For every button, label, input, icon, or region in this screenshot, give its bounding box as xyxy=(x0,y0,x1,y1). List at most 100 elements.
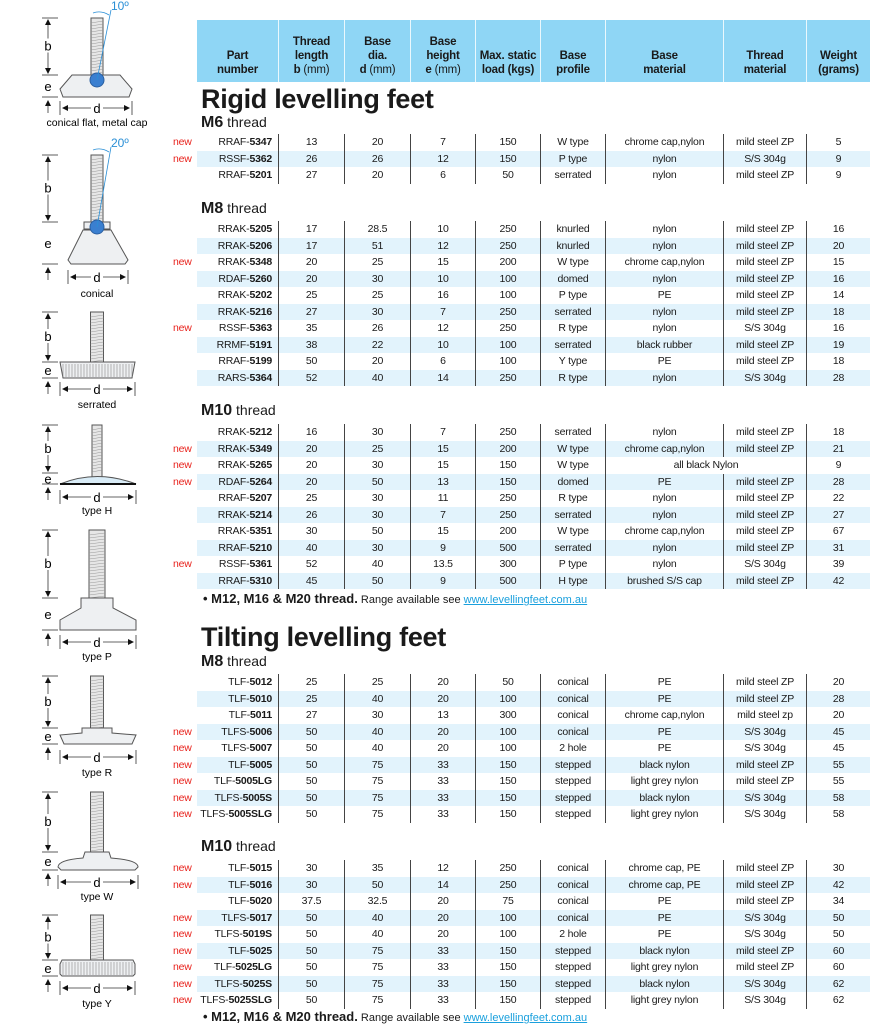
cell-thread-material: mild steel ZP xyxy=(724,254,807,271)
website-link[interactable]: www.levellingfeet.com.au xyxy=(464,1012,588,1024)
new-badge: new xyxy=(173,862,192,874)
table-row: new TLFS-5025SLG 50 75 33 150 stepped light gre… xyxy=(173,992,870,1009)
part-number: RRAF-5210 xyxy=(197,539,279,556)
cell-e: 10 xyxy=(411,270,476,287)
cell-weight: 39 xyxy=(832,558,845,570)
table-row: RRAF-5310 45 50 9 500 H type brushed S/S cap mi… xyxy=(173,572,870,589)
cell-profile: domed xyxy=(541,473,606,490)
column-header-line: Max. static xyxy=(479,50,537,62)
thread-group-heading: M6 thread xyxy=(201,114,267,132)
cell-profile: P type xyxy=(541,150,606,167)
table-row: new TLF-5016 30 50 14 250 conical chrome cap, P… xyxy=(173,876,870,893)
column-header-line: profile xyxy=(556,64,590,76)
e-label: e xyxy=(44,854,51,869)
cell-profile: conical xyxy=(541,860,606,877)
part-number: RDAF-5264 xyxy=(197,473,279,490)
e-label: e xyxy=(44,472,51,487)
part-code: 5012 xyxy=(249,676,272,688)
cell-b: 50 xyxy=(279,909,345,926)
cell-weight: 5 xyxy=(835,136,842,148)
part-code: 5005 xyxy=(249,758,272,771)
cell-weight: 45 xyxy=(807,723,870,740)
cell-profile: knurled xyxy=(541,237,606,254)
cell-load: 150 xyxy=(476,806,541,823)
cell-material: chrome cap, PE xyxy=(606,860,724,877)
cell-load: 150 xyxy=(476,756,541,773)
part-number: RRAK-5206 xyxy=(197,237,279,254)
part-code: 5361 xyxy=(249,558,272,570)
column-header-line: Thread xyxy=(746,50,784,62)
cell-e: 33 xyxy=(411,773,476,790)
table-row: RRAF-5201 27 20 6 50 serrated nylon mild steel … xyxy=(173,167,870,184)
part-number: TLF-5020 xyxy=(197,893,279,910)
cell-material: chrome cap,nylon xyxy=(606,440,724,457)
cell-weight: 62 xyxy=(832,994,845,1006)
cell-weight: 42 xyxy=(807,876,870,893)
website-link[interactable]: www.levellingfeet.com.au xyxy=(464,594,588,606)
table-row: new TLF-5025LG 50 75 33 150 stepped light grey … xyxy=(173,959,870,976)
cell-material: PE xyxy=(606,909,724,926)
new-badge xyxy=(173,707,197,724)
cell-weight: 20 xyxy=(807,237,870,254)
part-code: 5206 xyxy=(249,239,272,252)
part-number: RSSF-5362 xyxy=(197,150,279,167)
cell-d: 40 xyxy=(345,909,411,926)
part-code: 5264 xyxy=(249,475,272,488)
cell-e: 9 xyxy=(411,572,476,589)
part-number: RRAK-5349 xyxy=(197,440,279,457)
cell-thread-material: S/S 304g xyxy=(724,723,807,740)
cell-thread-material: S/S 304g xyxy=(724,975,807,992)
cell-e: 33 xyxy=(411,789,476,806)
e-label: e xyxy=(44,607,51,622)
b-label: b xyxy=(44,930,51,945)
cell-load: 100 xyxy=(476,723,541,740)
part-prefix: RRAK- xyxy=(217,426,250,438)
cell-profile: conical xyxy=(541,707,606,724)
d-label: d xyxy=(93,875,100,890)
thread-size: M8 xyxy=(201,200,224,217)
table-row: new TLFS-5005SLG 50 75 33 150 stepped light gre… xyxy=(173,806,870,823)
part-code: 5201 xyxy=(249,169,272,181)
part-number: RRAF-5199 xyxy=(197,353,279,370)
cell-e: 20 xyxy=(411,893,476,910)
table-row: RRMF-5191 38 22 10 100 serrated black rubber mi… xyxy=(173,336,870,353)
cell-e: 20 xyxy=(411,926,476,943)
cell-e: 15 xyxy=(411,440,476,457)
cell-load: 250 xyxy=(476,320,541,337)
column-header-line: length xyxy=(294,50,329,62)
cell-d: 22 xyxy=(345,336,411,353)
cell-weight: 42 xyxy=(807,572,870,589)
cell-b: 50 xyxy=(279,740,345,757)
cell-b: 20 xyxy=(279,473,345,490)
cell-e: 33 xyxy=(411,975,476,992)
cell-material: brushed S/S cap xyxy=(606,572,724,589)
cell-b: 13 xyxy=(279,134,345,151)
cell-b: 20 xyxy=(279,254,345,271)
part-code: 5349 xyxy=(249,442,272,455)
new-badge xyxy=(173,304,197,321)
cell-profile: Y type xyxy=(541,353,606,370)
cell-thread-material: mild steel ZP xyxy=(724,303,807,320)
part-prefix: TLF- xyxy=(213,961,236,973)
part-prefix: RRAK- xyxy=(217,289,250,301)
cell-thread-material: mild steel ZP xyxy=(724,523,807,540)
part-code: 5025LG xyxy=(235,961,272,973)
cell-b: 52 xyxy=(279,556,345,573)
e-label: e xyxy=(44,236,51,251)
cell-weight: 50 xyxy=(807,909,870,926)
cell-material: nylon xyxy=(606,221,724,238)
part-number: RRMF-5191 xyxy=(197,336,279,353)
cell-profile: conical xyxy=(541,674,606,691)
new-badge xyxy=(173,271,197,288)
cell-e: 33 xyxy=(411,942,476,959)
new-badge: new xyxy=(173,442,192,455)
part-number: TLFS-5006 xyxy=(197,723,279,740)
cell-thread-material: mild steel ZP xyxy=(724,167,807,184)
d-label: d xyxy=(93,382,100,397)
cell-weight: 58 xyxy=(807,789,870,806)
new-badge xyxy=(173,424,197,441)
part-code: 5216 xyxy=(249,305,272,318)
new-badge: new xyxy=(173,725,192,738)
cell-load: 150 xyxy=(476,473,541,490)
part-number: RRAK-5351 xyxy=(197,523,279,540)
